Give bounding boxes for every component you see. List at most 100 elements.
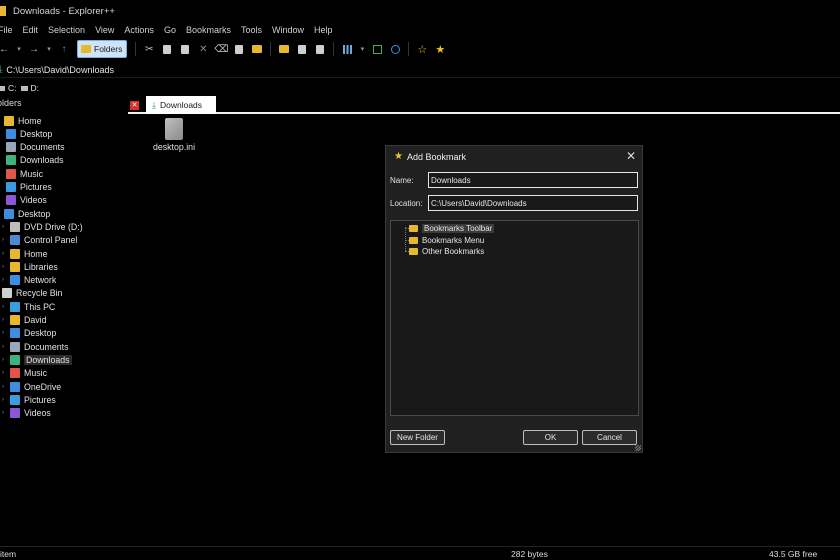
- expand-chevron-icon[interactable]: ›: [2, 330, 10, 336]
- expand-chevron-icon[interactable]: ›: [2, 397, 10, 403]
- cut-icon[interactable]: ✂: [142, 42, 156, 56]
- tree-item[interactable]: › Control Panel: [2, 234, 77, 247]
- tree-item[interactable]: › Music: [2, 367, 47, 380]
- folder-label: Bookmarks Menu: [422, 236, 485, 245]
- tree-item[interactable]: Recycle Bin: [2, 287, 62, 300]
- new-folder-button[interactable]: New Folder: [390, 430, 445, 445]
- tab-bar: ✕ ⤓ Downloads: [128, 96, 840, 114]
- close-icon[interactable]: ✕: [626, 149, 636, 163]
- tree-item[interactable]: › Home: [2, 247, 47, 260]
- menu-edit[interactable]: Edit: [18, 25, 44, 35]
- folders-button[interactable]: Folders: [77, 40, 128, 58]
- properties-icon[interactable]: [232, 42, 246, 56]
- music-icon: [6, 168, 16, 179]
- file-name: desktop.ini: [152, 142, 196, 152]
- copy-to-folder-icon[interactable]: [277, 42, 291, 56]
- expand-chevron-icon[interactable]: ›: [2, 317, 10, 323]
- close-tab-icon[interactable]: ✕: [130, 101, 139, 110]
- tree-item[interactable]: Documents: [6, 141, 65, 154]
- forward-arrow-icon[interactable]: →: [27, 42, 41, 56]
- toolbar: ← ▾ → ▾ ↑ Folders ✂ ✕ ⌫ ▾ ☆ ★: [0, 38, 840, 60]
- menu-file[interactable]: File: [0, 25, 18, 35]
- address-path[interactable]: C:\Users\David\Downloads: [6, 65, 114, 75]
- expand-chevron-icon[interactable]: ›: [2, 357, 10, 363]
- tree-item[interactable]: ›Desktop: [0, 207, 50, 220]
- tree-item-label: Control Panel: [24, 235, 78, 246]
- chevron-down-icon[interactable]: ▾: [45, 42, 53, 56]
- open-folder-icon[interactable]: [313, 42, 327, 56]
- tree-item[interactable]: › Downloads: [2, 353, 72, 366]
- expand-chevron-icon[interactable]: ›: [2, 370, 10, 376]
- tree-item[interactable]: › Videos: [2, 407, 51, 420]
- location-field[interactable]: [428, 195, 638, 211]
- expand-chevron-icon[interactable]: ›: [2, 251, 10, 257]
- drives-bar: C: D:: [0, 80, 840, 96]
- ok-button[interactable]: OK: [523, 430, 578, 445]
- menu-window[interactable]: Window: [267, 25, 309, 35]
- tab-downloads[interactable]: ⤓ Downloads: [146, 96, 216, 114]
- chevron-down-icon[interactable]: ▾: [15, 42, 23, 56]
- expand-chevron-icon[interactable]: ›: [2, 344, 10, 350]
- tree-item-label: Downloads: [24, 354, 72, 365]
- clear-icon[interactable]: ⌫: [214, 42, 228, 56]
- address-bar[interactable]: ⤓ C:\Users\David\Downloads: [0, 62, 840, 78]
- documents-icon: [10, 341, 20, 352]
- tree-item[interactable]: Downloads: [6, 154, 64, 167]
- tree-item-label: Home: [24, 248, 48, 259]
- menu-view[interactable]: View: [90, 25, 119, 35]
- cancel-button[interactable]: Cancel: [582, 430, 637, 445]
- paste-icon[interactable]: [178, 42, 192, 56]
- tree-item[interactable]: › Libraries: [2, 260, 58, 273]
- expand-chevron-icon[interactable]: ›: [2, 224, 10, 230]
- expand-chevron-icon[interactable]: ›: [2, 384, 10, 390]
- expand-chevron-icon[interactable]: ›: [2, 264, 10, 270]
- new-folder-icon[interactable]: [250, 42, 264, 56]
- menu-go[interactable]: Go: [159, 25, 181, 35]
- up-arrow-icon[interactable]: ↑: [57, 42, 71, 56]
- tree-item[interactable]: ›Desktop: [2, 327, 56, 340]
- name-field[interactable]: [428, 172, 638, 188]
- back-arrow-icon[interactable]: ←: [0, 42, 11, 56]
- tree-item[interactable]: › Documents: [2, 340, 69, 353]
- tree-item[interactable]: › OneDrive: [2, 380, 61, 393]
- videos-icon: [10, 408, 20, 419]
- move-to-folder-icon[interactable]: [295, 42, 309, 56]
- tree-item[interactable]: Desktop: [6, 127, 52, 140]
- refresh-icon[interactable]: [388, 42, 402, 56]
- tree-item[interactable]: › This PC: [2, 300, 55, 313]
- tree-item-label: Home: [18, 115, 42, 126]
- menu-selection[interactable]: Selection: [43, 25, 90, 35]
- menu-help[interactable]: Help: [309, 25, 338, 35]
- tree-item[interactable]: Videos: [6, 194, 47, 207]
- chevron-down-icon[interactable]: ▾: [358, 42, 366, 56]
- delete-icon[interactable]: ✕: [196, 42, 210, 56]
- views-grid-icon[interactable]: [340, 42, 354, 56]
- command-prompt-icon[interactable]: [370, 42, 384, 56]
- tree-item[interactable]: › Network: [2, 274, 56, 287]
- tree-item[interactable]: › Pictures: [2, 393, 56, 406]
- menu-actions[interactable]: Actions: [119, 25, 159, 35]
- tree-item[interactable]: › David: [2, 314, 47, 327]
- expand-chevron-icon[interactable]: ›: [2, 277, 10, 283]
- expand-chevron-icon[interactable]: ›: [2, 410, 10, 416]
- expand-chevron-icon[interactable]: ›: [2, 237, 10, 243]
- menu-bookmarks[interactable]: Bookmarks: [181, 25, 236, 35]
- bookmarks-star-icon[interactable]: ★: [433, 42, 447, 56]
- expand-chevron-icon[interactable]: ›: [2, 304, 10, 310]
- drive-d[interactable]: D:: [20, 83, 39, 93]
- toolbar-separator: [135, 42, 137, 56]
- folder-other-bookmarks[interactable]: Other Bookmarks: [409, 246, 484, 257]
- menu-tools[interactable]: Tools: [236, 25, 267, 35]
- drive-c[interactable]: C:: [0, 83, 17, 93]
- folder-bookmarks-menu[interactable]: Bookmarks Menu: [409, 235, 484, 246]
- add-bookmark-star-icon[interactable]: ☆: [415, 42, 429, 56]
- tree-item[interactable]: › DVD Drive (D:): [2, 220, 83, 233]
- copy-icon[interactable]: [160, 42, 174, 56]
- tree-item[interactable]: Pictures: [6, 181, 52, 194]
- folder-bookmarks-toolbar[interactable]: Bookmarks Toolbar: [409, 223, 495, 234]
- resize-grip[interactable]: [635, 445, 641, 451]
- bookmark-folder-tree[interactable]: Bookmarks Toolbar Bookmarks Menu Other B…: [390, 220, 639, 416]
- tree-item[interactable]: ›Home: [0, 114, 41, 127]
- file-item[interactable]: desktop.ini: [150, 118, 198, 152]
- tree-item[interactable]: Music: [6, 167, 43, 180]
